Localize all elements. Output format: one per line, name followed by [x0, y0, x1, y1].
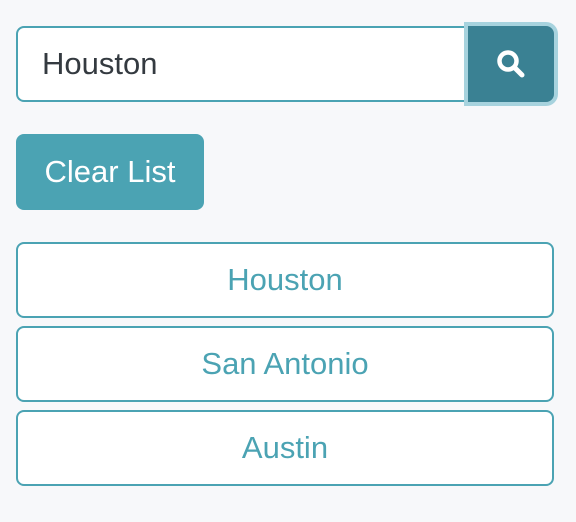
city-item-austin[interactable]: Austin: [16, 410, 554, 486]
city-item-san-antonio[interactable]: San Antonio: [16, 326, 554, 402]
city-list: Houston San Antonio Austin: [16, 242, 554, 494]
search-icon: [497, 50, 525, 78]
city-item-houston[interactable]: Houston: [16, 242, 554, 318]
clear-list-button[interactable]: Clear List: [16, 134, 204, 210]
search-group: [16, 26, 554, 102]
search-button[interactable]: [468, 26, 554, 102]
search-input[interactable]: [16, 26, 468, 102]
